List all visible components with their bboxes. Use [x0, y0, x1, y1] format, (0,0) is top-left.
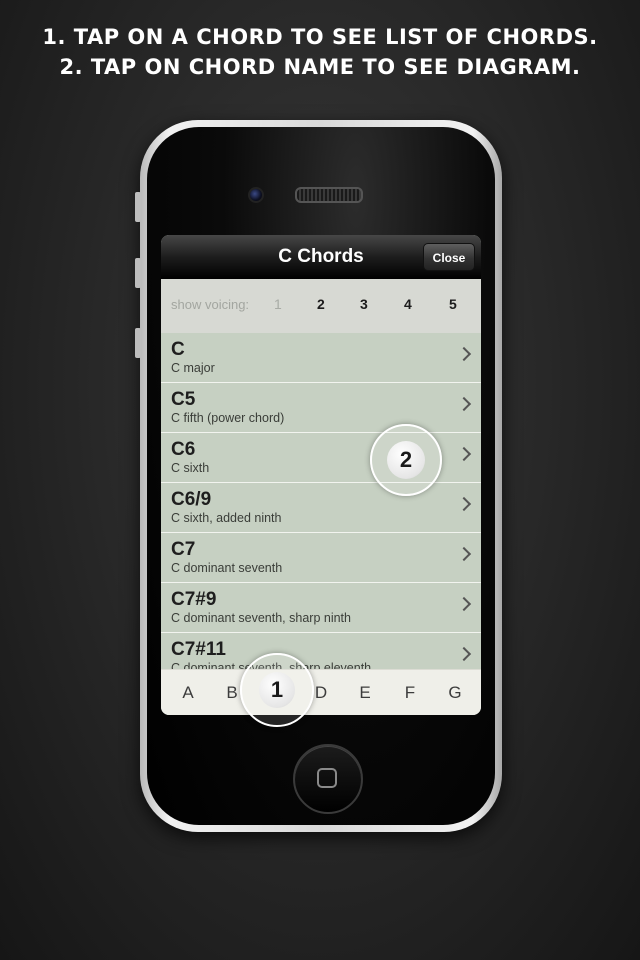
chord-description: C sixth [171, 461, 210, 475]
chord-row-c5[interactable]: C5 C fifth (power chord) [161, 383, 481, 433]
voicing-selector: show voicing: 1 2 3 4 5 [161, 279, 481, 334]
voicing-option-2[interactable]: 2 [317, 296, 325, 312]
home-button[interactable] [293, 744, 363, 814]
chord-description: C fifth (power chord) [171, 411, 285, 425]
chord-row-c7[interactable]: C7 C dominant seventh [161, 533, 481, 583]
chord-name: C7#11 [171, 639, 226, 660]
root-note-selector: A B C D E F G [161, 669, 481, 715]
chord-row-c[interactable]: C C major [161, 333, 481, 383]
tap-marker-2: 2 [370, 424, 442, 496]
chord-name: C7 [171, 539, 196, 560]
root-note-e[interactable]: E [355, 683, 375, 703]
chord-description: C major [171, 361, 215, 375]
chevron-right-icon [456, 396, 472, 412]
chevron-right-icon [456, 596, 472, 612]
front-camera-icon [248, 187, 264, 203]
chevron-right-icon [456, 546, 472, 562]
chord-name: C6/9 [171, 489, 212, 510]
navigation-bar: C Chords Close [161, 235, 481, 280]
root-note-g[interactable]: G [445, 683, 465, 703]
chevron-right-icon [456, 496, 472, 512]
tap-marker-1: 1 [240, 653, 314, 727]
earpiece-speaker [295, 187, 363, 203]
chord-list: C C major C5 C fifth (power chord) C6 C … [161, 333, 481, 669]
mute-switch [135, 192, 141, 222]
root-note-f[interactable]: F [400, 683, 420, 703]
home-square-icon [317, 768, 337, 788]
root-note-a[interactable]: A [178, 683, 198, 703]
chord-description: C dominant seventh, sharp ninth [171, 611, 351, 625]
close-button[interactable]: Close [423, 243, 475, 271]
chord-row-c7-sharp9[interactable]: C7#9 C dominant seventh, sharp ninth [161, 583, 481, 633]
voicing-option-5[interactable]: 5 [449, 296, 457, 312]
voicing-option-4[interactable]: 4 [404, 296, 412, 312]
chord-description: C dominant seventh [171, 561, 283, 575]
chord-name: C7#9 [171, 589, 217, 610]
chord-name: C6 [171, 439, 196, 460]
instruction-line-2: 2. TAP ON CHORD NAME TO SEE DIAGRAM. [59, 55, 581, 79]
chord-name: C [171, 339, 185, 360]
instruction-line-1: 1. TAP ON A CHORD TO SEE LIST OF CHORDS. [42, 25, 598, 49]
root-note-b[interactable]: B [222, 683, 242, 703]
instructions-text: 1. TAP ON A CHORD TO SEE LIST OF CHORDS.… [0, 22, 640, 82]
voicing-option-3[interactable]: 3 [360, 296, 368, 312]
chevron-right-icon [456, 446, 472, 462]
chevron-right-icon [456, 646, 472, 662]
tap-marker-1-label: 1 [259, 672, 295, 708]
volume-down-button [135, 328, 141, 358]
voicing-label: show voicing: [171, 297, 250, 312]
voicing-option-1[interactable]: 1 [274, 296, 282, 312]
chord-row-c7-sharp11[interactable]: C7#11 C dominant seventh, sharp eleventh [161, 633, 481, 669]
chord-row-c6-9[interactable]: C6/9 C sixth, added ninth [161, 483, 481, 533]
root-note-d[interactable]: D [311, 683, 331, 703]
chevron-right-icon [456, 346, 472, 362]
chord-name: C5 [171, 389, 196, 410]
volume-up-button [135, 258, 141, 288]
tap-marker-2-label: 2 [387, 441, 425, 479]
chord-description: C sixth, added ninth [171, 511, 282, 525]
